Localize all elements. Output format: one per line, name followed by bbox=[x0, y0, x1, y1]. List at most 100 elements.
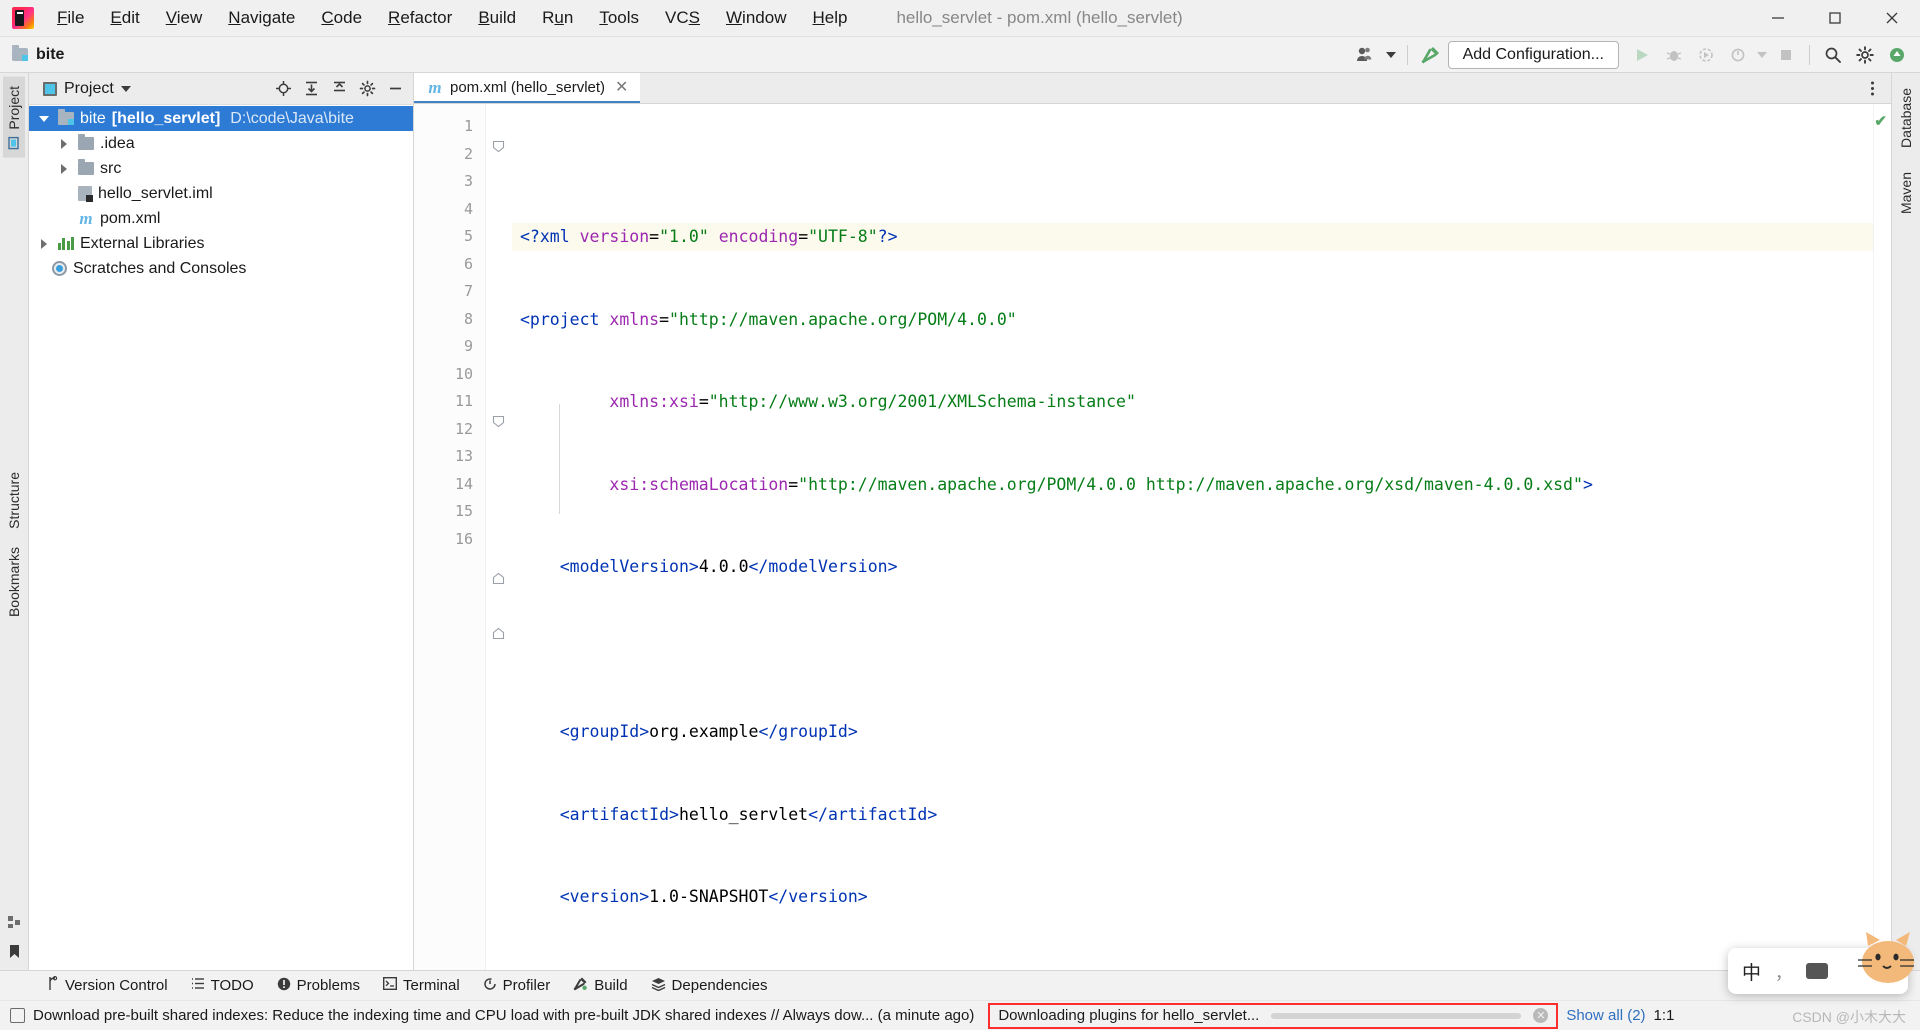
code-content[interactable]: <?xml version="1.0" encoding="UTF-8"?> <… bbox=[512, 104, 1873, 970]
profiler-icon bbox=[483, 977, 497, 995]
run-with-coverage-icon[interactable] bbox=[1691, 41, 1721, 69]
fold-marker-project[interactable] bbox=[492, 140, 505, 153]
close-button[interactable] bbox=[1863, 0, 1920, 36]
chevron-down-icon[interactable] bbox=[1755, 41, 1769, 69]
bottom-item-profiler[interactable]: Profiler bbox=[473, 974, 561, 998]
breadcrumb[interactable]: bite bbox=[12, 46, 64, 64]
tree-item-idea[interactable]: .idea bbox=[29, 131, 413, 156]
sidebar-item-database[interactable]: Database bbox=[1895, 79, 1917, 157]
window-controls bbox=[1749, 0, 1920, 36]
menu-item-code[interactable]: Code bbox=[308, 0, 375, 36]
bottom-item-terminal[interactable]: Terminal bbox=[373, 974, 470, 997]
updates-icon[interactable] bbox=[1882, 41, 1912, 69]
close-icon[interactable]: ✕ bbox=[612, 77, 631, 97]
menu-item-edit[interactable]: Edit bbox=[97, 0, 152, 36]
sidebar-item-bookmarks[interactable]: Bookmarks bbox=[3, 538, 25, 626]
hammer-build-icon[interactable] bbox=[1416, 41, 1446, 69]
stop-icon[interactable] bbox=[1771, 41, 1801, 69]
settings-gear-icon[interactable] bbox=[354, 76, 381, 102]
tree-item-pom-xml[interactable]: m pom.xml bbox=[29, 206, 413, 231]
editor-tab-pom-xml[interactable]: m pom.xml (hello_servlet) ✕ bbox=[414, 73, 640, 103]
fold-marker-project-end[interactable] bbox=[492, 627, 505, 640]
code-line-9: <version>1.0-SNAPSHOT</version> bbox=[512, 883, 1873, 911]
user-account-icon[interactable] bbox=[1351, 41, 1381, 69]
project-panel-actions bbox=[270, 76, 409, 102]
sidebar-item-maven[interactable]: Maven bbox=[1895, 163, 1917, 223]
ime-language-label[interactable]: 中 bbox=[1742, 958, 1761, 985]
tree-item-bite[interactable]: bite [hello_servlet] D:\code\Java\bite bbox=[29, 106, 413, 131]
project-tool-window: Project bbox=[29, 73, 414, 970]
chevron-right-icon[interactable] bbox=[55, 139, 72, 149]
progress-indicator: Downloading plugins for hello_servlet...… bbox=[988, 1003, 1558, 1029]
show-all-link[interactable]: Show all (2) bbox=[1566, 1007, 1645, 1024]
bottom-item-problems[interactable]: Problems bbox=[267, 974, 370, 998]
bottom-item-label: TODO bbox=[211, 977, 254, 994]
menu-item-window[interactable]: Window bbox=[713, 0, 799, 36]
hide-panel-icon[interactable] bbox=[382, 76, 409, 102]
sidebar-item-database-label: Database bbox=[1898, 88, 1914, 148]
debug-icon[interactable] bbox=[1659, 41, 1689, 69]
menu-item-navigate[interactable]: Navigate bbox=[215, 0, 308, 36]
search-everywhere-icon[interactable] bbox=[1818, 41, 1848, 69]
tree-item-label: External Libraries bbox=[80, 235, 205, 253]
notification-icon[interactable] bbox=[10, 1008, 25, 1023]
code-line-10 bbox=[512, 966, 1873, 971]
tree-item-scratches-and-consoles[interactable]: Scratches and Consoles bbox=[29, 256, 413, 281]
minimize-button[interactable] bbox=[1749, 0, 1806, 36]
chevron-right-icon[interactable] bbox=[35, 239, 52, 249]
menu-item-build[interactable]: Build bbox=[465, 0, 529, 36]
chevron-down-icon[interactable] bbox=[1383, 41, 1399, 69]
maximize-button[interactable] bbox=[1806, 0, 1863, 36]
maven-m-icon: m bbox=[427, 79, 443, 96]
tree-item-path: D:\code\Java\bite bbox=[230, 110, 354, 128]
more-options-icon[interactable] bbox=[1859, 75, 1885, 101]
fold-marker-properties[interactable] bbox=[492, 415, 505, 428]
tree-item-src[interactable]: src bbox=[29, 156, 413, 181]
chevron-down-icon[interactable] bbox=[121, 86, 131, 92]
tree-item-hello-servlet-iml[interactable]: hello_servlet.iml bbox=[29, 181, 413, 206]
expand-all-icon[interactable] bbox=[298, 76, 325, 102]
inspection-ok-icon: ✔ bbox=[1874, 112, 1887, 130]
menu-item-file[interactable]: File bbox=[44, 0, 97, 36]
code-line-6 bbox=[512, 636, 1873, 664]
code-line-7: <groupId>org.example</groupId> bbox=[512, 718, 1873, 746]
title-bar: File Edit View Navigate Code Refactor Bu… bbox=[0, 0, 1920, 37]
status-bar: Download pre-built shared indexes: Reduc… bbox=[0, 1000, 1920, 1030]
caret-position[interactable]: 1:1 bbox=[1654, 1007, 1675, 1024]
bottom-item-build[interactable]: Build bbox=[563, 973, 637, 998]
menu-item-tools[interactable]: Tools bbox=[586, 0, 652, 36]
project-tree: bite [hello_servlet] D:\code\Java\bite .… bbox=[29, 105, 413, 970]
todo-list-icon bbox=[191, 977, 205, 994]
status-message[interactable]: Download pre-built shared indexes: Reduc… bbox=[33, 1007, 974, 1024]
sidebar-item-project[interactable]: Project bbox=[3, 77, 25, 158]
cancel-progress-icon[interactable]: ✕ bbox=[1533, 1008, 1548, 1023]
profiler-icon[interactable] bbox=[1723, 41, 1753, 69]
progress-bar bbox=[1271, 1013, 1521, 1019]
workspace: Project Structure Bookmarks Pr bbox=[0, 73, 1920, 970]
locate-icon[interactable] bbox=[270, 76, 297, 102]
chevron-right-icon[interactable] bbox=[55, 164, 72, 174]
add-configuration-button[interactable]: Add Configuration... bbox=[1448, 41, 1619, 69]
run-icon[interactable] bbox=[1627, 41, 1657, 69]
collapse-all-icon[interactable] bbox=[326, 76, 353, 102]
chevron-down-icon[interactable] bbox=[35, 116, 52, 122]
ime-panel-icon[interactable] bbox=[1806, 963, 1828, 979]
menu-item-refactor[interactable]: Refactor bbox=[375, 0, 465, 36]
menu-item-vcs[interactable]: VCS bbox=[652, 0, 713, 36]
sidebar-item-bookmarks-label: Bookmarks bbox=[6, 547, 22, 617]
sidebar-item-structure[interactable]: Structure bbox=[3, 463, 25, 538]
editor-tab-label: pom.xml (hello_servlet) bbox=[450, 79, 605, 96]
line-number: 7 bbox=[414, 278, 485, 306]
fold-marker-properties-end[interactable] bbox=[492, 572, 505, 585]
menu-item-view[interactable]: View bbox=[153, 0, 216, 36]
bottom-item-version-control[interactable]: Version Control bbox=[36, 973, 178, 998]
bottom-item-todo[interactable]: TODO bbox=[181, 974, 264, 997]
code-editor[interactable]: 1 2 3 4 5 6 7 8 9 10 11 12 13 14 15 16 bbox=[414, 104, 1891, 970]
bottom-item-dependencies[interactable]: Dependencies bbox=[641, 974, 778, 998]
ime-overlay[interactable]: 中 ， bbox=[1728, 948, 1908, 994]
inspection-strip[interactable]: ✔ bbox=[1873, 104, 1891, 970]
menu-item-help[interactable]: Help bbox=[799, 0, 860, 36]
settings-gear-icon[interactable] bbox=[1850, 41, 1880, 69]
menu-item-run[interactable]: Run bbox=[529, 0, 586, 36]
tree-item-external-libraries[interactable]: External Libraries bbox=[29, 231, 413, 256]
